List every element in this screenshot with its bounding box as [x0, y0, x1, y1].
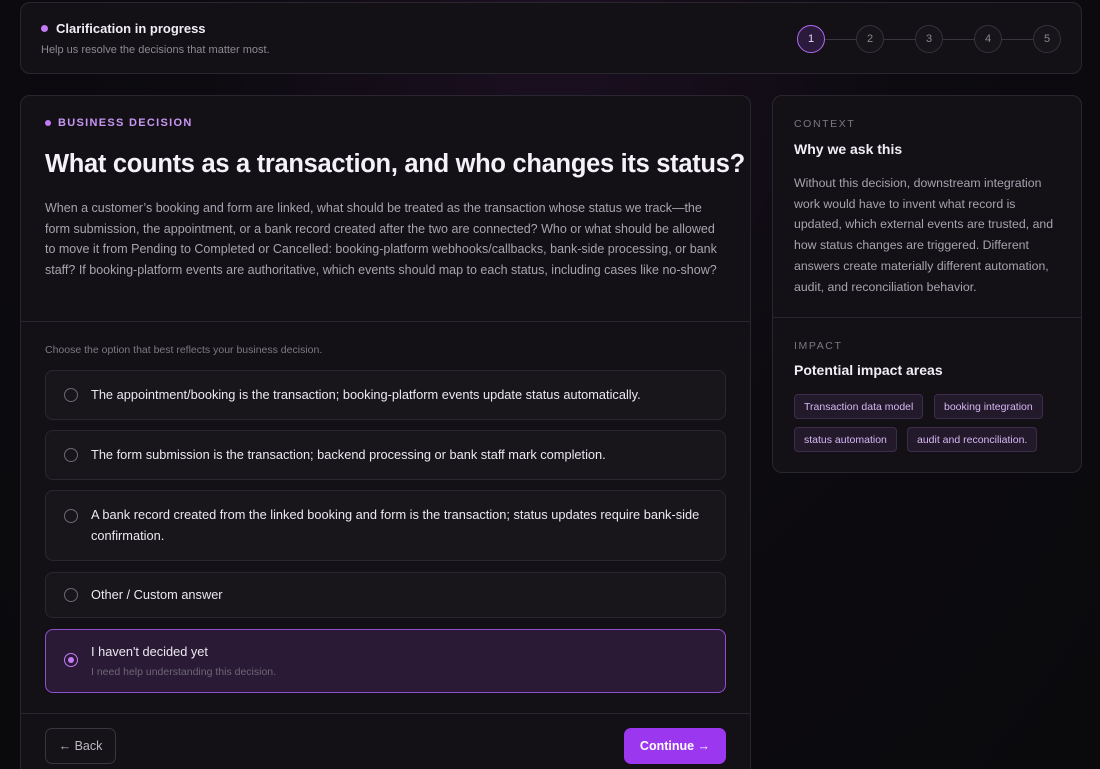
back-button[interactable]: ← Back — [45, 728, 116, 764]
step-4[interactable]: 4 — [974, 25, 1002, 53]
option-label: The form submission is the transaction; … — [91, 447, 606, 462]
options-hint: Choose the option that best reflects you… — [45, 344, 323, 356]
step-connector — [884, 38, 915, 40]
option-label: The appointment/booking is the transacti… — [91, 387, 641, 402]
option-sublabel: I need help understanding this decision. — [91, 666, 277, 678]
option-label: A bank record created from the linked bo… — [91, 507, 700, 543]
radio-button[interactable] — [64, 388, 78, 402]
footer-divider — [21, 713, 750, 714]
option-1[interactable]: The appointment/booking is the transacti… — [45, 370, 726, 420]
radio-button[interactable] — [64, 509, 78, 523]
section-tag: BUSINESS DECISION — [45, 117, 193, 129]
status-subtitle: Help us resolve the decisions that matte… — [41, 44, 270, 56]
question-description: When a customer’s booking and form are l… — [45, 201, 717, 278]
step-connector — [825, 38, 856, 40]
option-4[interactable]: Other / Custom answer — [45, 572, 726, 618]
tag-dot — [45, 120, 51, 126]
radio-button-selected[interactable] — [64, 653, 78, 667]
step-connector — [1002, 38, 1033, 40]
status-title: Clarification in progress — [56, 21, 206, 36]
option-2[interactable]: The form submission is the transaction; … — [45, 430, 726, 480]
step-2[interactable]: 2 — [856, 25, 884, 53]
step-indicator: 1 2 3 4 5 — [797, 25, 1061, 53]
progress-header: Clarification in progress Help us resolv… — [20, 2, 1082, 74]
question-card: BUSINESS DECISION What counts as a trans… — [20, 95, 751, 769]
context-caption: CONTEXT — [794, 118, 856, 130]
radio-button[interactable] — [64, 588, 78, 602]
context-body: Without this decision, downstream integr… — [794, 176, 1054, 294]
impact-title: Potential impact areas — [794, 362, 943, 378]
context-title: Why we ask this — [794, 141, 903, 157]
status-row: Clarification in progress — [41, 21, 206, 36]
step-connector — [943, 38, 974, 40]
step-1[interactable]: 1 — [797, 25, 825, 53]
divider — [21, 321, 750, 322]
continue-button[interactable]: Continue → — [624, 728, 726, 764]
step-3[interactable]: 3 — [915, 25, 943, 53]
option-label: Other / Custom answer — [91, 587, 223, 602]
impact-caption: IMPACT — [794, 340, 843, 352]
status-dot — [41, 25, 48, 32]
option-label: I haven't decided yet — [91, 644, 208, 659]
impact-tag: booking integration — [934, 394, 1043, 419]
impact-tag: Transaction data model — [794, 394, 924, 419]
divider — [773, 317, 1081, 318]
section-tag-label: BUSINESS DECISION — [58, 117, 193, 129]
step-5[interactable]: 5 — [1033, 25, 1061, 53]
option-5[interactable]: I haven't decided yet I need help unders… — [45, 629, 726, 693]
radio-button[interactable] — [64, 448, 78, 462]
impact-tag: audit and reconciliation. — [907, 427, 1038, 452]
context-panel: CONTEXT Why we ask this Without this dec… — [772, 95, 1082, 473]
impact-tag: status automation — [794, 427, 897, 452]
question-title: What counts as a transaction, and who ch… — [45, 150, 745, 178]
option-3[interactable]: A bank record created from the linked bo… — [45, 490, 726, 561]
